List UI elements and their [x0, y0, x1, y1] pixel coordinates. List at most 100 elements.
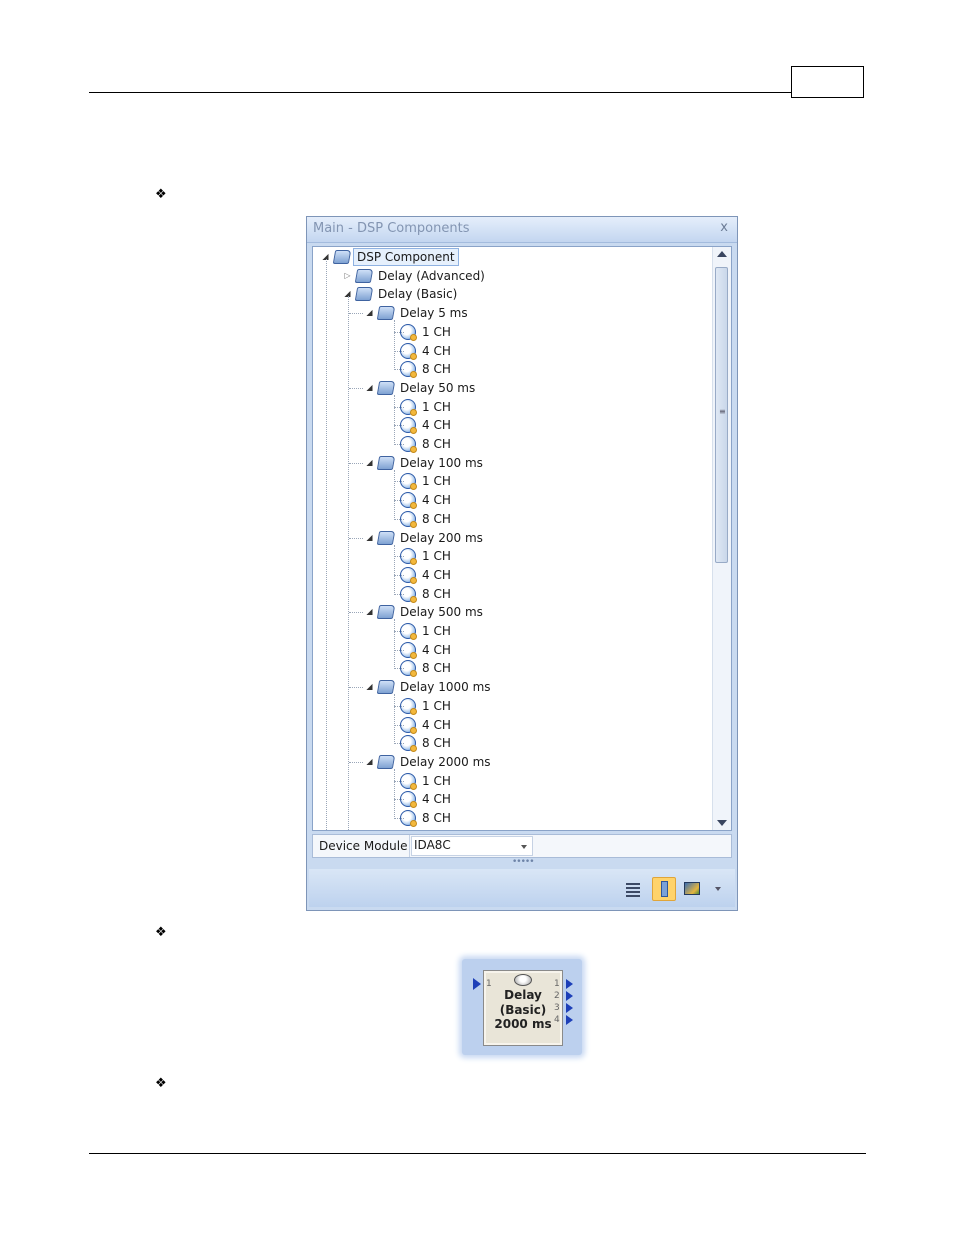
- collapse-arrow-icon[interactable]: ◢: [365, 379, 374, 397]
- tree-node-group[interactable]: ◢ Delay 2000 ms: [313, 753, 708, 771]
- grip-icon: ≡: [719, 407, 726, 416]
- tree-node-label: 8 CH: [422, 362, 451, 377]
- dsp-components-panel: Main - DSP Components x ◢ DSP Component ▷ D…: [306, 216, 738, 911]
- tree-node-component[interactable]: 4 CH: [313, 342, 708, 360]
- tree-node-component[interactable]: 8 CH: [313, 435, 708, 453]
- tree-node-label: 1 CH: [422, 474, 451, 489]
- panel-title-bar[interactable]: Main - DSP Components x: [307, 217, 737, 243]
- tree-node-component[interactable]: 8 CH: [313, 360, 708, 379]
- list-view-icon[interactable]: [623, 879, 643, 899]
- tree-node-label: 8 CH: [422, 511, 451, 526]
- panel-splitter[interactable]: •••••: [312, 857, 732, 868]
- tree-node-label: 4 CH: [422, 642, 451, 657]
- tree-node-label: DSP Component: [353, 248, 459, 266]
- output-pin-2-icon[interactable]: [566, 991, 573, 1001]
- panel-title: Main - DSP Components: [313, 221, 470, 236]
- header-rule: [89, 92, 791, 93]
- tree-node-delay-basic[interactable]: ◢ Delay (Basic): [313, 285, 708, 303]
- tree-node-partial[interactable]: [313, 828, 708, 830]
- tree-connector: [394, 406, 404, 408]
- tree-connector: [394, 780, 404, 782]
- footer-rule: [89, 1153, 866, 1154]
- block-line-1: Delay: [504, 988, 542, 1002]
- tree-connector: [394, 649, 404, 651]
- tree-connector: [394, 481, 404, 483]
- tree-node-component[interactable]: 4 CH: [313, 416, 708, 435]
- tree-node-component[interactable]: 8 CH: [313, 510, 708, 528]
- tree-node-component[interactable]: 1 CH: [313, 547, 708, 566]
- tree-node-group[interactable]: ◢ Delay 5 ms: [313, 304, 708, 322]
- collapse-arrow-icon[interactable]: ◢: [365, 603, 374, 621]
- collapse-arrow-icon[interactable]: ◢: [365, 529, 374, 547]
- delay-block-label: Delay (Basic) 2000 ms: [483, 988, 563, 1032]
- input-pin-icon[interactable]: [473, 978, 481, 990]
- tree-node-component[interactable]: 4 CH: [313, 716, 708, 734]
- dsp-component-icon[interactable]: [652, 877, 676, 901]
- tree-connector: [394, 705, 404, 707]
- tree-node-component[interactable]: 8 CH: [313, 585, 708, 603]
- tree-node-label: 1 CH: [422, 399, 451, 414]
- chevron-down-icon[interactable]: [521, 845, 527, 849]
- more-options-icon[interactable]: [715, 887, 721, 891]
- block-line-3: 2000 ms: [494, 1017, 552, 1031]
- collapse-arrow-icon[interactable]: ◢: [365, 753, 374, 771]
- tree-node-component[interactable]: 1 CH: [313, 772, 708, 790]
- tree-node-label: 8 CH: [422, 661, 451, 676]
- tree-node-component[interactable]: 4 CH: [313, 641, 708, 659]
- tree-node-label: 8 CH: [422, 811, 451, 825]
- tree-connector: [394, 724, 404, 726]
- tree-node-group[interactable]: ◢ Delay 500 ms: [313, 603, 708, 621]
- folder-icon: [354, 829, 374, 830]
- tree-connector: [394, 350, 404, 352]
- image-icon[interactable]: [682, 879, 702, 899]
- tree-node-component[interactable]: 1 CH: [313, 697, 708, 715]
- tree-node-component[interactable]: 8 CH: [313, 659, 708, 678]
- tree-connector: [394, 544, 395, 595]
- tree-node-component[interactable]: 1 CH: [313, 622, 708, 640]
- tree-node-component[interactable]: 1 CH: [313, 472, 708, 491]
- tree-node-label: Delay 100 ms: [400, 455, 483, 470]
- tree-scrollbar[interactable]: ≡: [712, 247, 731, 830]
- output-pin-number-1: 1: [554, 979, 560, 989]
- folder-icon: [376, 380, 396, 395]
- tree-node-component[interactable]: 1 CH: [313, 398, 708, 416]
- close-icon[interactable]: x: [720, 220, 728, 235]
- expand-arrow-icon[interactable]: ▷: [343, 267, 352, 285]
- output-pin-3-icon[interactable]: [566, 1003, 573, 1013]
- output-pin-number-2: 2: [554, 991, 560, 1001]
- tree-node-component[interactable]: 4 CH: [313, 790, 708, 809]
- tree-node-group[interactable]: ◢ Delay 200 ms: [313, 529, 708, 547]
- folder-icon: [376, 530, 396, 545]
- tree-node-component[interactable]: 4 CH: [313, 491, 708, 510]
- device-module-select[interactable]: IDA8C: [411, 836, 533, 856]
- tree-node-label: 4 CH: [422, 493, 451, 508]
- tree-connector: [394, 631, 404, 632]
- tree-node-component[interactable]: 8 CH: [313, 809, 708, 827]
- scroll-thumb[interactable]: ≡: [715, 267, 728, 563]
- scroll-down-icon[interactable]: [717, 820, 727, 826]
- tree-node-dsp-component[interactable]: ◢ DSP Component: [313, 248, 708, 266]
- tree-connector: [394, 743, 404, 745]
- tree-node-component[interactable]: 1 CH: [313, 323, 708, 341]
- tree-node-component[interactable]: 8 CH: [313, 734, 708, 753]
- tree-node-label: Delay 50 ms: [400, 380, 476, 395]
- tree-node-label: Delay 5 ms: [400, 306, 468, 321]
- tree-node-label: 4 CH: [422, 567, 451, 582]
- knob-icon: [514, 974, 532, 986]
- collapse-arrow-icon[interactable]: ◢: [365, 678, 374, 696]
- tree-connector: [394, 694, 395, 745]
- scroll-up-icon[interactable]: [717, 251, 727, 257]
- collapse-arrow-icon[interactable]: ◢: [365, 454, 374, 472]
- folder-icon: [332, 250, 352, 264]
- tree-connector: [394, 425, 404, 427]
- tree-node-delay-advanced[interactable]: ▷ Delay (Advanced): [313, 267, 708, 285]
- folder-icon: [376, 680, 396, 695]
- tree-node-group[interactable]: ◢ Delay 1000 ms: [313, 678, 708, 696]
- output-pin-4-icon[interactable]: [566, 1015, 573, 1025]
- tree-node-component[interactable]: 4 CH: [313, 566, 708, 584]
- collapse-arrow-icon[interactable]: ◢: [365, 304, 374, 322]
- tree-node-group[interactable]: ◢ Delay 50 ms: [313, 379, 708, 397]
- tree-node-group[interactable]: ◢ Delay 100 ms: [313, 454, 708, 472]
- tree-node-label: 8 CH: [422, 586, 451, 601]
- output-pin-1-icon[interactable]: [566, 979, 573, 989]
